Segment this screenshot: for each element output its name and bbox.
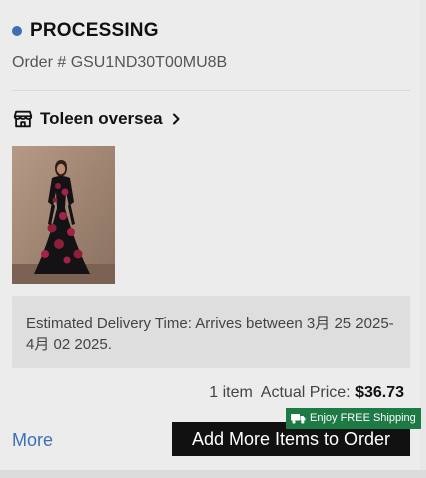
- store-icon: [13, 110, 33, 128]
- delivery-estimate: Estimated Delivery Time: Arrives between…: [12, 296, 410, 368]
- product-thumbnail[interactable]: [12, 146, 115, 284]
- store-name: Toleen oversea: [40, 109, 163, 128]
- truck-icon: [291, 414, 306, 424]
- order-number: Order # GSU1ND30T00MU8B: [12, 54, 228, 71]
- order-status: PROCESSING: [12, 20, 159, 42]
- item-count: 1 item: [209, 384, 253, 401]
- free-shipping-text: Enjoy FREE Shipping: [310, 412, 416, 424]
- price-label: Actual Price:: [260, 384, 351, 401]
- store-link[interactable]: Toleen oversea: [12, 108, 183, 130]
- status-dot: [12, 26, 22, 36]
- delivery-text: Estimated Delivery Time: Arrives between…: [26, 315, 394, 353]
- chevron-right-icon: [172, 113, 180, 125]
- status-text: PROCESSING: [30, 20, 159, 41]
- free-shipping-badge: Enjoy FREE Shipping: [286, 408, 421, 429]
- divider: [12, 90, 410, 91]
- price-summary: 1 item Actual Price: $36.73: [209, 384, 404, 402]
- more-link[interactable]: More: [12, 430, 53, 451]
- card-separator: [0, 470, 426, 478]
- dress-photo: [12, 146, 115, 284]
- price-value: $36.73: [355, 384, 404, 401]
- order-card: PROCESSING Order # GSU1ND30T00MU8B Tolee…: [0, 0, 421, 470]
